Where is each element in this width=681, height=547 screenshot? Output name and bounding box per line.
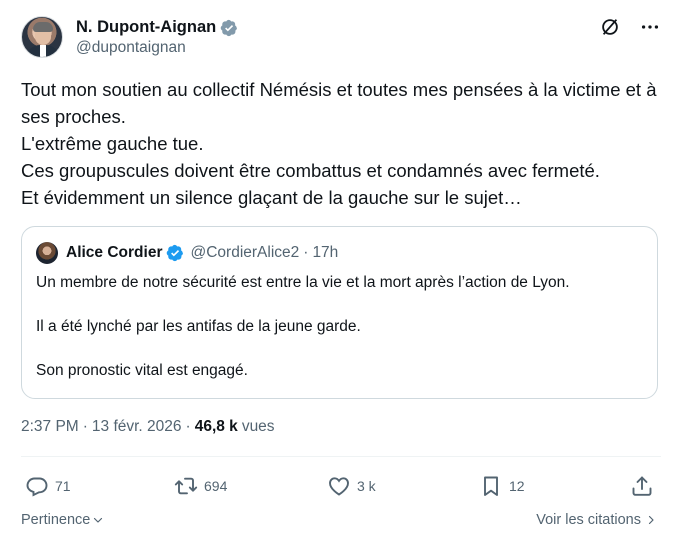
quoted-post-header: Alice Cordier @CordierAlice2 · 17h <box>36 242 338 264</box>
not-interested-icon[interactable] <box>599 16 621 38</box>
post-header: N. Dupont-Aignan @dupontaignan <box>21 14 661 62</box>
like-count: 3 k <box>357 478 376 494</box>
repost-button[interactable]: 694 <box>174 474 227 498</box>
view-quotes-link[interactable]: Voir les citations <box>536 512 657 528</box>
post-text: Tout mon soutien au collectif Némésis et… <box>21 76 661 211</box>
divider <box>21 456 661 457</box>
quoted-paragraph: Son pronostic vital est engagé. <box>36 362 248 379</box>
bookmark-button[interactable]: 12 <box>479 474 525 498</box>
post-line: Et évidemment un silence glaçant de la g… <box>21 187 522 208</box>
top-actions <box>599 16 661 38</box>
post-line: Tout mon soutien au collectif Némésis et… <box>21 79 657 127</box>
repost-icon <box>174 477 198 495</box>
bookmark-count: 12 <box>509 478 525 494</box>
post-date[interactable]: 13 févr. 2026 <box>92 418 182 436</box>
action-bar: 71 694 3 k 12 <box>21 474 661 502</box>
blue-verified-badge-icon <box>167 244 184 262</box>
replies-footer: Pertinence Voir les citations <box>21 512 661 534</box>
separator-dot: · <box>303 244 309 261</box>
grey-verified-badge-icon[interactable] <box>220 19 238 37</box>
author-handle[interactable]: @dupontaignan <box>76 39 238 57</box>
more-options-icon[interactable] <box>639 16 661 38</box>
bookmark-icon <box>484 476 498 496</box>
separator-dot: · <box>185 418 191 435</box>
chevron-right-icon <box>648 515 654 525</box>
sort-dropdown[interactable]: Pertinence <box>21 512 104 528</box>
separator-dot: · <box>82 418 88 435</box>
share-button[interactable] <box>630 474 654 498</box>
post-line: Ces groupuscules doivent être combattus … <box>21 160 600 181</box>
post-meta: 2:37 PM · 13 févr. 2026 · 46,8 k vues <box>21 418 275 436</box>
post-time[interactable]: 2:37 PM <box>21 418 79 436</box>
author-names: N. Dupont-Aignan @dupontaignan <box>76 18 238 57</box>
repost-count: 694 <box>204 478 228 494</box>
author-display-name[interactable]: N. Dupont-Aignan <box>76 18 216 37</box>
heart-icon <box>329 477 349 496</box>
quoted-post-time: 17h <box>312 244 339 261</box>
view-quotes-label: Voir les citations <box>536 512 641 528</box>
like-button[interactable]: 3 k <box>327 474 376 498</box>
quoted-paragraph: Il a été lynché par les antifas de la je… <box>36 318 361 335</box>
quoted-post-text: Un membre de notre sécurité est entre la… <box>36 272 646 404</box>
quoted-author-avatar <box>36 242 58 264</box>
reply-count: 71 <box>55 478 71 494</box>
quoted-post[interactable]: Alice Cordier @CordierAlice2 · 17h Un me… <box>21 226 658 399</box>
share-icon <box>632 476 652 496</box>
chevron-down-icon <box>94 517 103 523</box>
quoted-author-name: Alice Cordier <box>66 244 163 261</box>
quoted-paragraph: Un membre de notre sécurité est entre la… <box>36 274 570 291</box>
views-count: 46,8 k <box>194 418 238 435</box>
sort-label: Pertinence <box>21 512 91 528</box>
post-line: L'extrême gauche tue. <box>21 133 204 154</box>
quoted-author-handle: @CordierAlice2 <box>190 244 300 261</box>
reply-button[interactable]: 71 <box>25 474 71 498</box>
views-label: vues <box>241 418 275 435</box>
reply-icon <box>26 477 48 497</box>
author-avatar[interactable] <box>21 16 63 58</box>
